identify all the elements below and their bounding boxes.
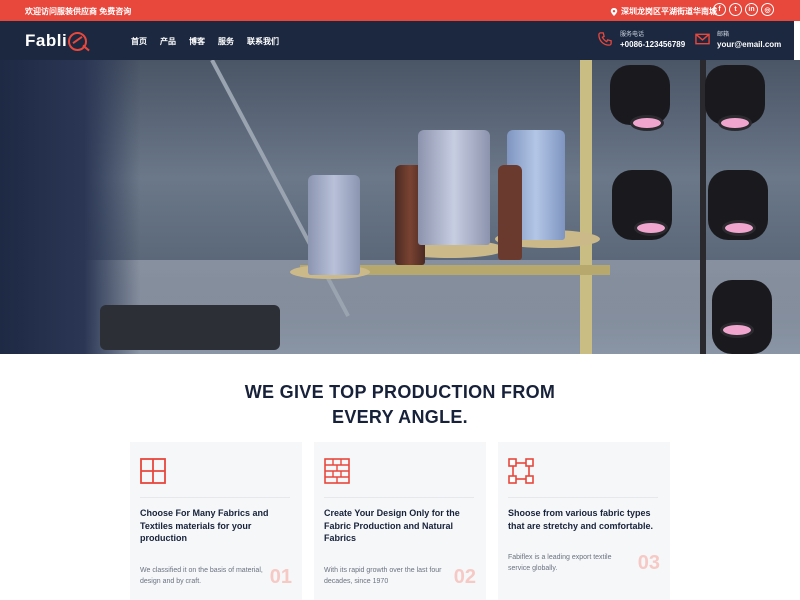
card-divider (140, 497, 290, 498)
location: 深圳龙岗区平湖街道华南城 (610, 6, 717, 17)
phone-contact[interactable]: 服务电话 +0086-123456789 (597, 29, 685, 49)
linkedin-icon[interactable]: in (745, 3, 758, 16)
phone-value: +0086-123456789 (620, 40, 686, 49)
card-divider (324, 497, 474, 498)
email-contact[interactable]: 邮箱 your@email.com (694, 29, 781, 49)
thread-spool (418, 130, 490, 245)
main-header: Fabli 首页 产品 博客 服务 联系我们 服务电话 +0086-123456… (0, 21, 794, 60)
twitter-icon[interactable]: t (729, 3, 742, 16)
yarn-ball-icon (68, 31, 88, 51)
section-title: WE GIVE TOP PRODUCTION FROM EVERY ANGLE. (0, 380, 800, 430)
spool-cap (718, 115, 752, 131)
card-title: Create Your Design Only for the Fabric P… (324, 508, 460, 543)
welcome-text: 欢迎访问服装供应商 免费咨询 (25, 7, 132, 16)
email-value: your@email.com (717, 40, 782, 49)
feature-card: Choose For Many Fabrics and Textiles mat… (130, 442, 302, 600)
top-bar: 欢迎访问服装供应商 免费咨询 深圳龙岗区平湖街道华南城 f t in ◎ (0, 0, 800, 21)
section-title-line-1: WE GIVE TOP PRODUCTION FROM (244, 382, 556, 402)
brick-wall-icon (324, 458, 350, 484)
card-title: Choose For Many Fabrics and Textiles mat… (140, 508, 269, 543)
spool-cap (720, 322, 754, 338)
nav-item-contact[interactable]: 联系我们 (247, 36, 279, 47)
spool-cap (630, 115, 664, 131)
card-description: With its rapid growth over the last four… (324, 567, 442, 585)
card-description: We classified it on the basis of materia… (140, 567, 263, 585)
section-title-line-2: EVERY ANGLE. (332, 407, 468, 427)
card-description: Fabiflex is a leading export textile ser… (508, 554, 612, 572)
spool-cap (722, 220, 756, 236)
vector-shape-icon (508, 458, 534, 484)
sewing-machine-base (100, 305, 280, 350)
phone-icon (597, 31, 613, 47)
email-label: 邮箱 (717, 32, 730, 38)
grid-icon (140, 458, 166, 484)
card-number: 02 (453, 566, 476, 588)
location-text: 深圳龙岗区平湖街道华南城 (621, 7, 717, 16)
card-title: Shoose from various fabric types that ar… (508, 508, 654, 531)
location-pin-icon (610, 7, 618, 16)
feature-card: Create Your Design Only for the Fabric P… (314, 442, 486, 600)
nav-item-services[interactable]: 服务 (218, 36, 234, 47)
phone-label: 服务电话 (620, 32, 645, 38)
main-nav: 首页 产品 博客 服务 联系我们 (131, 36, 279, 47)
card-number: 03 (637, 552, 660, 574)
nav-item-products[interactable]: 产品 (160, 36, 176, 47)
hero-image (0, 60, 800, 354)
nav-item-home[interactable]: 首页 (131, 36, 147, 47)
logo-text: Fabli (25, 31, 68, 50)
envelope-icon (694, 31, 710, 47)
nav-item-blog[interactable]: 博客 (189, 36, 205, 47)
card-divider (508, 497, 658, 498)
feature-card: Shoose from various fabric types that ar… (498, 442, 670, 600)
spool-cap (634, 220, 668, 236)
black-thread-spool (712, 280, 772, 354)
thread-spool (308, 175, 360, 275)
thread-stand-pole (580, 60, 592, 354)
thread-spool (498, 165, 522, 260)
logo[interactable]: Fabli (25, 31, 88, 51)
instagram-icon[interactable]: ◎ (761, 3, 774, 16)
card-number: 01 (269, 566, 292, 588)
social-links: f t in ◎ (713, 3, 774, 16)
facebook-icon[interactable]: f (713, 3, 726, 16)
